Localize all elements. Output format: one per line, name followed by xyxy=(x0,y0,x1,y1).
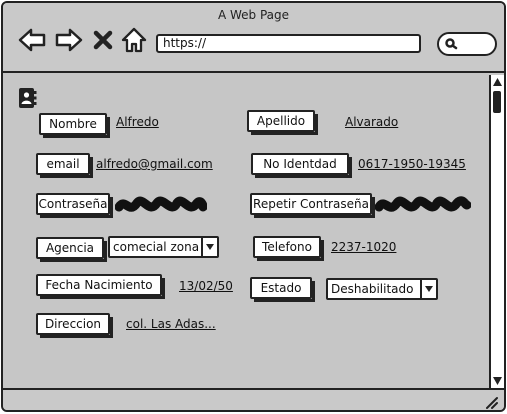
nacimiento-value[interactable]: 13/02/50 xyxy=(179,279,233,293)
estado-label: Estado xyxy=(250,277,315,302)
email-value[interactable]: alfredo@gmail.com xyxy=(96,157,213,171)
scroll-thumb[interactable] xyxy=(493,91,501,113)
identidad-value[interactable]: 0617-1950-19345 xyxy=(358,157,466,171)
nombre-label: Nombre xyxy=(39,113,110,138)
agencia-selected-value: comecial zona xyxy=(113,240,200,254)
chevron-down-icon xyxy=(206,244,214,250)
nacimiento-label: Fecha Nacimiento xyxy=(36,274,165,299)
direccion-value[interactable]: col. Las Adas... xyxy=(126,317,216,331)
password-masked-scribble[interactable] xyxy=(115,191,207,219)
vertical-scrollbar[interactable] xyxy=(489,75,504,388)
search-field[interactable] xyxy=(437,32,497,56)
agencia-label: Agencia xyxy=(36,237,107,262)
window-title: A Web Page xyxy=(217,8,290,22)
status-bar xyxy=(3,388,504,410)
back-arrow-icon[interactable] xyxy=(17,25,47,55)
forward-arrow-icon[interactable] xyxy=(54,25,84,55)
telefono-label: Telefono xyxy=(253,236,324,261)
direccion-label: Direccion xyxy=(36,313,113,338)
repetir-label: Repetir Contraseña xyxy=(250,193,375,218)
close-x-icon[interactable] xyxy=(91,25,115,55)
email-label: email xyxy=(36,153,93,178)
apellido-label: Apellido xyxy=(247,110,318,135)
nombre-value[interactable]: Alfredo xyxy=(116,115,159,129)
estado-selected-value: Deshabilitado xyxy=(331,282,414,296)
resize-grip-icon[interactable] xyxy=(484,395,498,409)
browser-toolbar: A Web Page https:// xyxy=(3,3,504,73)
estado-select[interactable]: Deshabilitado xyxy=(326,278,438,300)
agencia-dropdown-button[interactable] xyxy=(201,238,217,256)
url-input[interactable]: https:// xyxy=(156,34,421,53)
estado-dropdown-button[interactable] xyxy=(420,280,436,298)
telefono-value[interactable]: 2237-1020 xyxy=(331,240,396,254)
contrasena-label: Contraseña xyxy=(36,193,113,218)
repeat-password-masked-scribble[interactable] xyxy=(375,191,471,219)
address-book-icon xyxy=(19,88,37,108)
scroll-up-arrow-icon[interactable] xyxy=(492,77,503,87)
chevron-down-icon xyxy=(425,286,433,292)
apellido-value[interactable]: Alvarado xyxy=(345,115,398,129)
scroll-down-arrow-icon[interactable] xyxy=(492,376,503,386)
agencia-select[interactable]: comecial zona xyxy=(108,236,219,258)
search-icon xyxy=(445,38,458,50)
identidad-label: No Identdad xyxy=(251,153,352,178)
home-icon[interactable] xyxy=(119,25,149,55)
